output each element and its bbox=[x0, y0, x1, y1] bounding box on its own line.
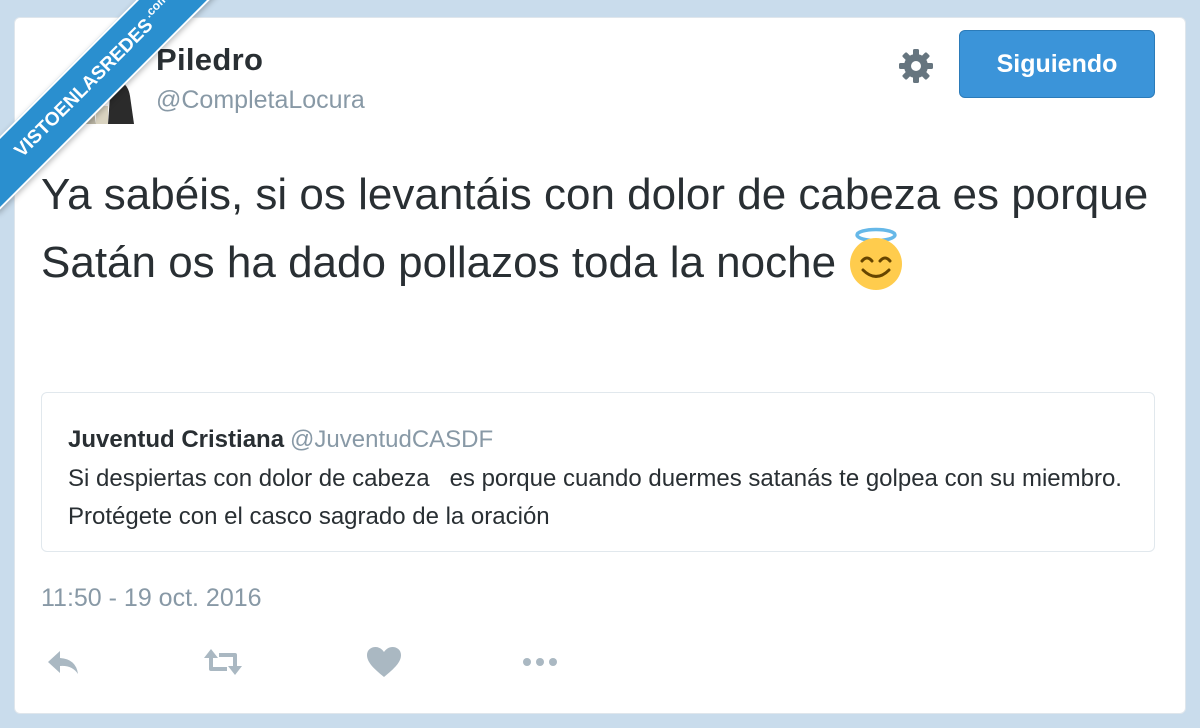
tweet-timestamp[interactable]: 11:50 - 19 oct. 2016 bbox=[41, 584, 262, 613]
quoted-author-name: Juventud Cristiana bbox=[68, 426, 285, 453]
reply-icon[interactable] bbox=[44, 644, 84, 680]
tweet-text-content: Ya sabéis, si os levantáis con dolor de … bbox=[41, 170, 1149, 287]
more-icon[interactable] bbox=[520, 644, 560, 680]
quoted-author-handle: @JuventudCASDF bbox=[290, 426, 494, 453]
quoted-tweet[interactable]: Juventud Cristiana @JuventudCASDF Si desp… bbox=[41, 392, 1155, 552]
tweet-text: Ya sabéis, si os levantáis con dolor de … bbox=[41, 161, 1161, 299]
display-name[interactable]: Piledro bbox=[156, 42, 263, 78]
gear-icon[interactable] bbox=[896, 46, 936, 86]
following-button[interactable]: Siguiendo bbox=[959, 30, 1155, 98]
like-icon[interactable] bbox=[364, 644, 404, 680]
quoted-tweet-header: Juventud Cristiana @JuventudCASDF bbox=[68, 426, 493, 454]
smiling-face-with-halo-icon bbox=[842, 225, 910, 293]
user-handle[interactable]: @CompletaLocura bbox=[156, 86, 365, 115]
quoted-tweet-text: Si despiertas con dolor de cabeza es por… bbox=[68, 465, 1129, 530]
retweet-icon[interactable] bbox=[203, 644, 243, 680]
